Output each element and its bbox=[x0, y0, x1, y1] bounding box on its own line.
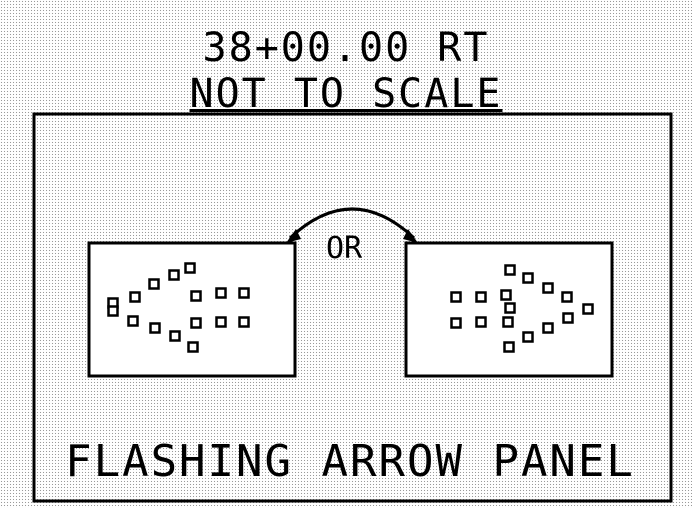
arrow-lamp bbox=[127, 315, 139, 327]
arrow-lamp bbox=[190, 317, 202, 329]
arrow-lamp bbox=[542, 282, 554, 294]
arrow-lamp bbox=[238, 287, 250, 299]
flashing-arrow-panel-diagram: OR FLASHING ARROW PANEL bbox=[32, 112, 673, 503]
arrow-lamp bbox=[450, 317, 462, 329]
arrow-lamp bbox=[187, 341, 199, 353]
or-label: OR bbox=[326, 231, 363, 266]
arrow-lamp bbox=[238, 316, 250, 328]
arrow-lamp bbox=[504, 302, 516, 314]
arrow-lamp bbox=[504, 264, 516, 276]
arrow-lamp bbox=[562, 312, 574, 324]
arrow-lamp bbox=[502, 316, 514, 328]
panel-caption: FLASHING ARROW PANEL bbox=[65, 436, 635, 487]
arrow-lamp bbox=[148, 278, 160, 290]
arrow-lamp bbox=[129, 291, 141, 303]
arrow-lamp bbox=[522, 272, 534, 284]
arrow-lamp bbox=[582, 303, 594, 315]
arrow-lamp bbox=[561, 291, 573, 303]
arrow-lamp bbox=[169, 330, 181, 342]
arrow-lamp bbox=[503, 341, 515, 353]
arrow-lamp bbox=[475, 291, 487, 303]
arrow-lamp bbox=[500, 289, 512, 301]
arrow-lamp bbox=[450, 291, 462, 303]
arrow-lamp bbox=[190, 290, 202, 302]
arrow-lamp bbox=[522, 331, 534, 343]
arrow-lamp bbox=[215, 287, 227, 299]
arrow-lamp bbox=[215, 316, 227, 328]
arrow-lamp bbox=[475, 316, 487, 328]
arrow-lamp bbox=[184, 262, 196, 274]
arrow-lamp bbox=[542, 322, 554, 334]
arrow-lamp bbox=[107, 305, 119, 317]
arrow-lamp bbox=[168, 269, 180, 281]
arrow-lamp bbox=[149, 322, 161, 334]
